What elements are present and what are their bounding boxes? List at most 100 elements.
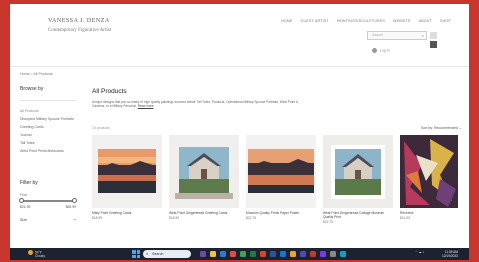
price-slider[interactable] [19,198,77,203]
app-icon-12[interactable] [310,251,316,257]
teams-icon[interactable] [300,251,306,257]
price-values: $21.99 $69.99 [20,205,76,209]
taskbar-search-label: Search [152,251,164,256]
product-price: $18.99 [92,216,103,221]
app-icon-13[interactable] [320,251,326,257]
weather-desc: Cloudy [35,254,45,259]
product-name[interactable]: Misty Point Greeting Cards [92,211,162,215]
product-price: $18.99 [169,216,180,221]
product-image[interactable] [92,135,162,208]
product-card[interactable]: Misty Point Greeting Cards $18.99 [92,135,162,220]
sidebar-item-west-point[interactable]: West Point Prints/Notecards [20,149,76,153]
main-nav: HOME GUEST ARTIST PAINTINGS/SCULPTURES W… [281,19,451,23]
collection-description: Unique designs that you so easily of hig… [92,100,302,109]
price-filter: Filter by Price $21.99 $69.99 [19,180,77,209]
product-name[interactable]: Reverent [400,211,458,215]
sidebar-item-all-products[interactable]: All Products [20,109,76,113]
mail-icon[interactable] [280,251,286,257]
size-label: Size [20,218,27,222]
breadcrumb[interactable]: Home > All Products [20,72,53,76]
cart-count-badge[interactable] [430,41,437,48]
cottage-print-thumbnail [323,135,393,208]
app-icon-4[interactable] [230,251,236,257]
browser-viewport: VANESSA J. DENZA Contemporary Figurative… [10,4,469,248]
site-header: VANESSA J. DENZA Contemporary Figurative… [10,4,469,66]
product-name[interactable]: West Point Gingerbread Cottage Museum Qu… [323,211,393,219]
cart-icon[interactable] [430,32,437,39]
artist-name[interactable]: VANESSA J. DENZA [48,18,111,24]
size-expand-icon[interactable]: + [74,218,76,222]
sort-dropdown[interactable]: Sort by: Recommended ⌄ [421,126,462,130]
search-input[interactable]: Search ⌕ [367,31,427,40]
price-min: $21.99 [20,205,31,209]
app-icon-1[interactable] [200,251,206,257]
nav-home[interactable]: HOME [281,19,293,23]
browse-sidebar: Browse by All Products Disrupted Militar… [20,86,76,157]
system-tray[interactable]: ⌃ ☁ ♪ [415,250,424,254]
nav-shop[interactable]: SHOP [440,19,451,23]
product-price: $22.75 [246,216,257,221]
price-max: $69.99 [65,205,76,209]
search-placeholder: Search [372,33,384,37]
taskbar-clock[interactable]: 11:39 AM 12/19/2023 [442,250,458,258]
product-card[interactable]: West Point Gingerbread Cottage Museum Qu… [323,135,393,224]
browse-heading: Browse by [20,86,44,92]
cottage-painting-thumbnail [169,135,239,208]
size-filter[interactable]: Size + [20,218,76,222]
search-icon[interactable]: ⌕ [422,33,424,38]
sidebar-item-journal[interactable]: Journal [20,133,76,137]
avatar-icon [372,48,377,53]
abstract-painting-thumbnail [400,135,458,208]
edge-icon[interactable] [220,251,226,257]
product-image[interactable] [400,135,458,208]
taskbar-search[interactable]: ⌕ Search [143,250,191,258]
windows-taskbar: 54°F Cloudy ⌕ Search ⌃ ☁ ♪ 11:39 AM 12/1… [10,248,469,260]
product-card[interactable]: Museum Quality Prints Paper Poster $22.7… [246,135,316,220]
word-icon[interactable] [270,251,276,257]
product-card[interactable]: West Point Gingerbread Greeting Cards $1… [169,135,239,220]
login-label: Log In [380,48,390,53]
price-label: Price [20,193,28,197]
product-price: $14.99 [400,216,411,221]
app-icon-14[interactable] [330,251,336,257]
windows-start-icon[interactable] [132,250,140,258]
nav-paintings[interactable]: PAINTINGS/SCULPTURES [337,19,385,23]
product-count: 15 products [92,126,110,130]
sunset-painting-thumbnail [92,135,162,208]
site-brand[interactable]: VANESSA J. DENZA Contemporary Figurative… [48,18,111,33]
app-icon-10[interactable] [290,251,296,257]
file-explorer-icon[interactable] [210,251,216,257]
product-card[interactable]: Reverent $14.99 [400,135,458,220]
sidebar-item-military-spouse[interactable]: Disrupted Military Spouse Portraits [20,117,76,121]
cart-widget[interactable] [430,32,437,54]
read-more-link[interactable]: Read more [138,104,154,108]
product-name[interactable]: Museum Quality Prints Paper Poster [246,211,316,215]
header-divider [10,66,469,67]
price-min-handle[interactable] [19,198,24,203]
sidebar-item-tall-totes[interactable]: Tall Totes [20,141,76,145]
artist-tagline: Contemporary Figurative Artist [48,28,112,33]
nav-about[interactable]: ABOUT [419,19,432,23]
page-title: All Products [92,88,127,95]
sun-icon [28,250,33,255]
clock-date: 12/19/2023 [442,253,458,258]
sidebar-item-greeting-cards[interactable]: Greeting Cards [20,125,76,129]
app-icon-15[interactable] [340,251,346,257]
price-max-handle[interactable] [72,198,77,203]
filter-heading: Filter by [20,180,38,186]
excel-icon[interactable] [250,251,256,257]
product-name[interactable]: West Point Gingerbread Greeting Cards [169,211,239,215]
product-image[interactable] [246,135,316,208]
taskbar-search-icon: ⌕ [146,251,149,256]
login-link[interactable]: Log In [372,48,390,53]
sunset-print-thumbnail [246,135,316,208]
product-image[interactable] [323,135,393,208]
nav-guest-artist[interactable]: GUEST ARTIST [301,19,329,23]
nav-website[interactable]: WEBSITE [393,19,411,23]
product-image[interactable] [169,135,239,208]
sidebar-divider [20,100,76,101]
product-price: $22.75 [323,220,334,225]
weather-widget[interactable]: 54°F Cloudy [28,250,45,259]
chrome-icon[interactable] [240,251,246,257]
powerpoint-icon[interactable] [260,251,266,257]
